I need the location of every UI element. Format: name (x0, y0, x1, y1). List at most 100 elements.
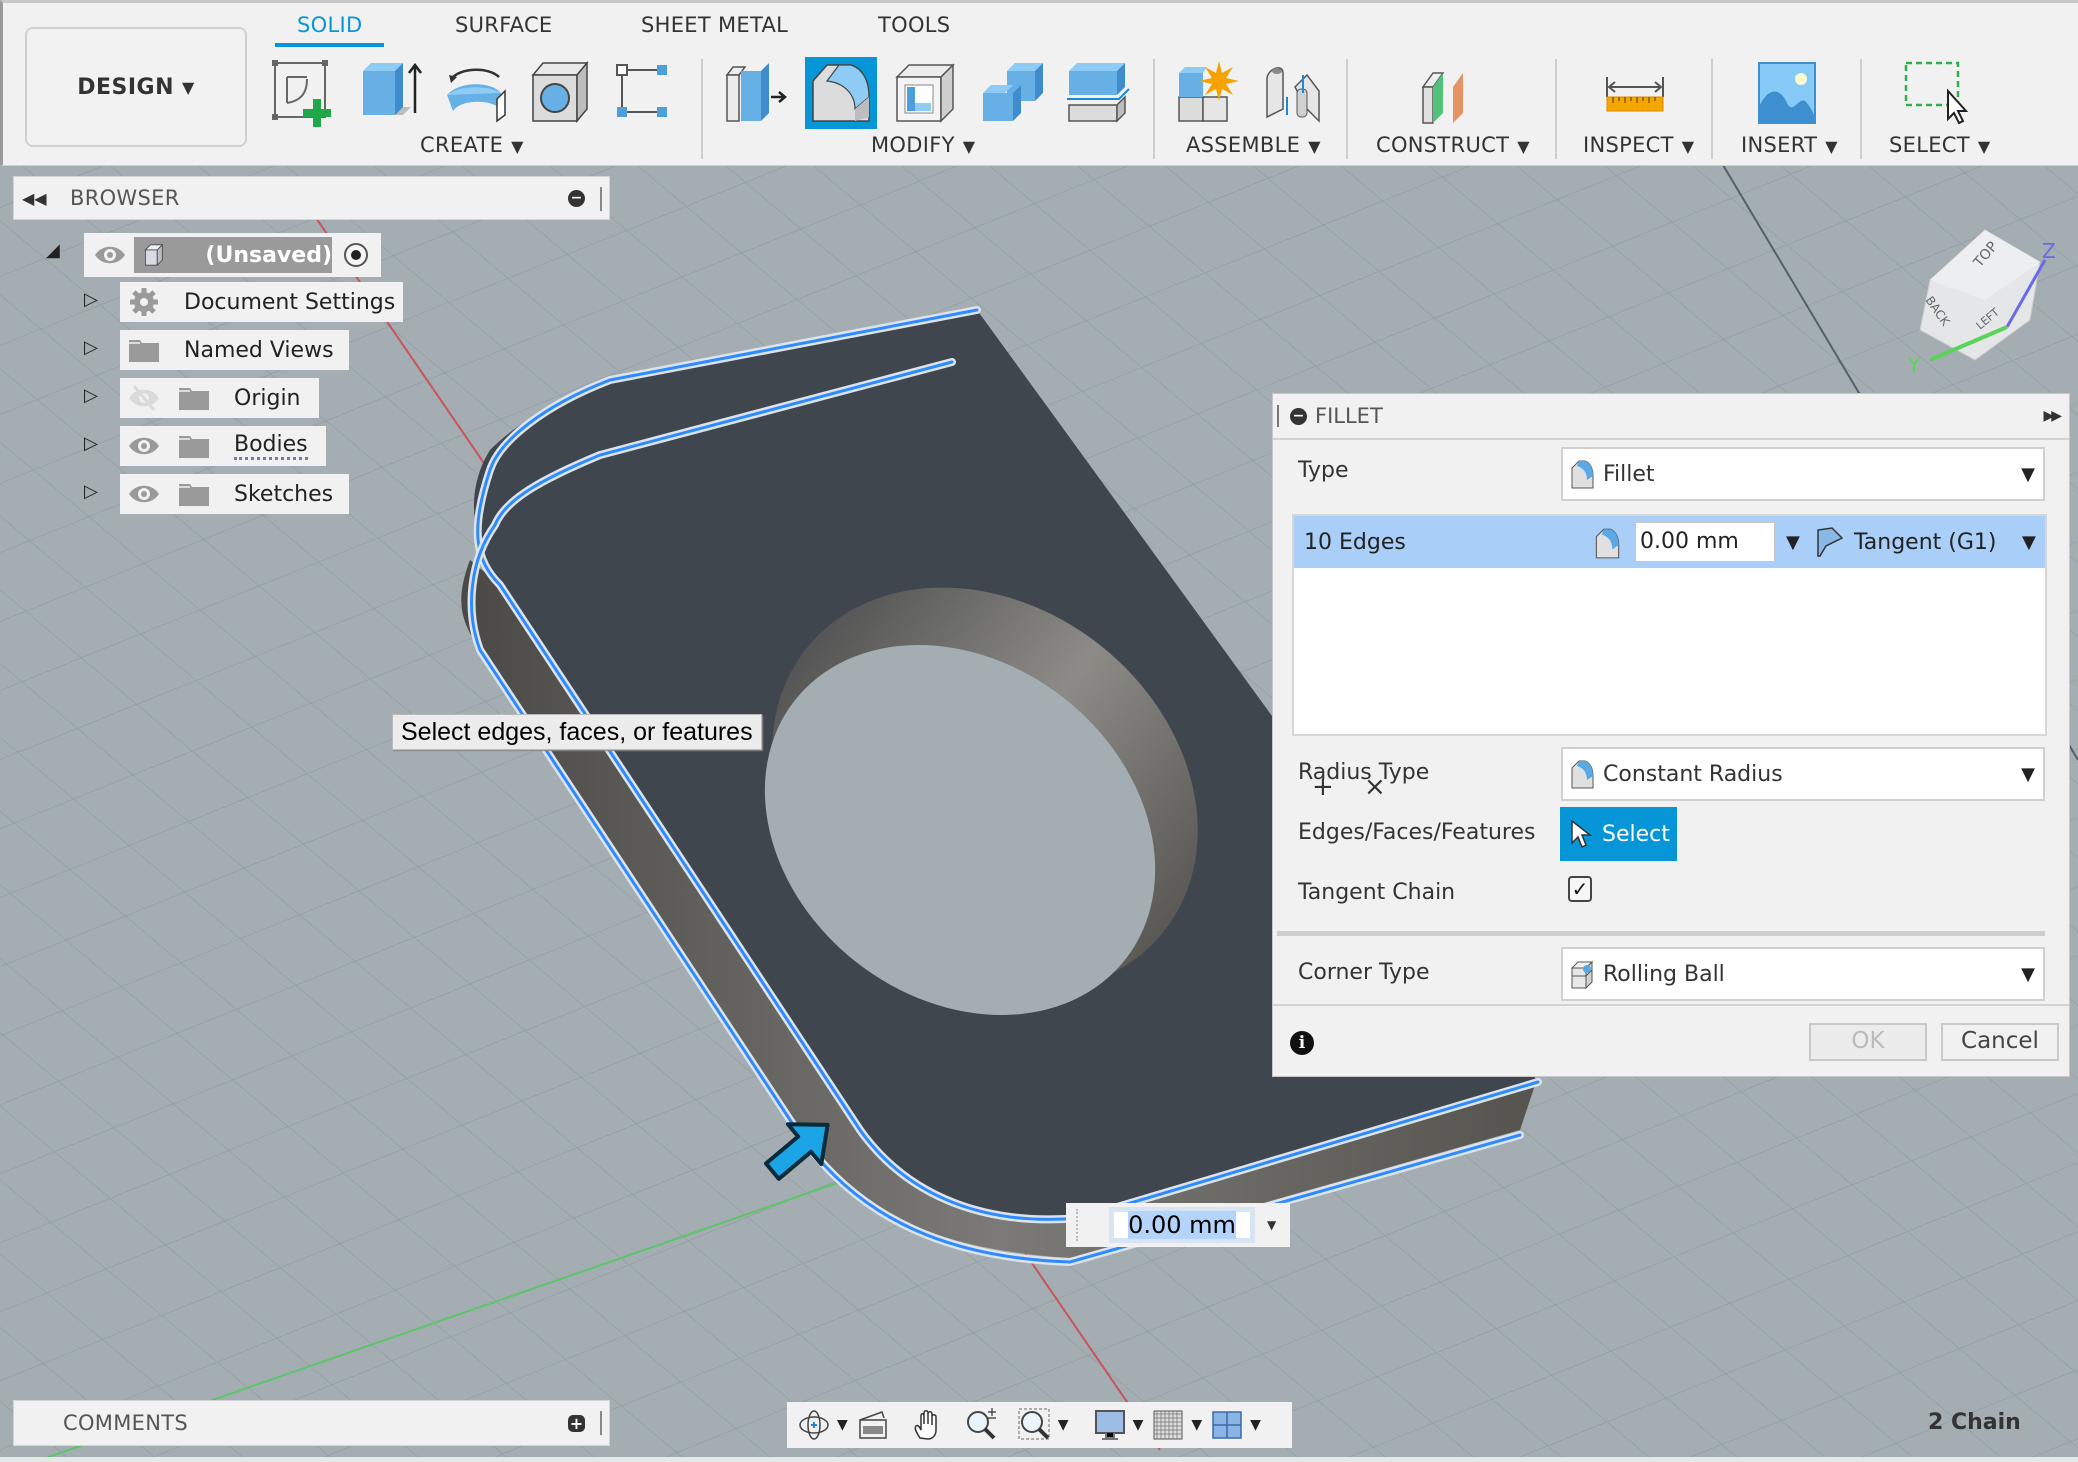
shell-icon[interactable] (891, 57, 963, 129)
minimize-icon[interactable]: − (1290, 407, 1307, 425)
tab-solid[interactable]: SOLID (275, 13, 385, 47)
revolve-icon[interactable] (439, 57, 511, 129)
tab-tools[interactable]: TOOLS (878, 13, 950, 47)
canvas-radius-input[interactable]: 0.00 mm (1109, 1207, 1255, 1243)
chevron-down-icon: ▼ (1517, 137, 1530, 156)
joint-icon[interactable] (1257, 57, 1329, 129)
collapse-panel-icon[interactable]: ◀◀ (22, 189, 52, 208)
type-label: Type (1298, 458, 1349, 483)
divider (1711, 59, 1713, 159)
pattern-icon[interactable] (609, 57, 681, 129)
rolling-ball-icon (1570, 960, 1594, 990)
minimize-icon[interactable]: − (568, 190, 585, 207)
new-component-icon[interactable] (1173, 57, 1245, 129)
cancel-button[interactable]: Cancel (1941, 1023, 2059, 1061)
viewports-icon[interactable] (1210, 1408, 1244, 1442)
eye-icon[interactable] (92, 239, 128, 271)
browser-item-origin[interactable]: Origin (120, 378, 319, 418)
select-menu[interactable]: SELECT ▼ (1889, 133, 1990, 157)
info-icon[interactable]: i (1290, 1031, 1314, 1055)
inspect-menu[interactable]: INSPECT ▼ (1583, 133, 1694, 157)
pan-hand-icon[interactable] (910, 1408, 944, 1442)
type-dropdown[interactable]: Fillet ▼ (1561, 447, 2045, 501)
chevron-down-icon[interactable]: ▼ (837, 1417, 848, 1433)
chevron-down-icon[interactable]: ▼ (1250, 1417, 1261, 1433)
ok-button[interactable]: OK (1809, 1023, 1927, 1061)
folder-icon (179, 484, 209, 506)
zoom-icon[interactable] (964, 1408, 998, 1442)
expand-triangle-icon[interactable]: ▷ (84, 337, 98, 358)
chevron-down-icon: ▼ (962, 137, 976, 156)
dialog-title: FILLET (1315, 404, 1383, 428)
grid-settings-icon[interactable] (1151, 1408, 1185, 1442)
extrude-icon[interactable] (355, 57, 427, 129)
press-pull-icon[interactable] (723, 57, 795, 129)
create-sketch-icon[interactable] (269, 57, 341, 129)
browser-item-bodies[interactable]: Bodies (120, 426, 326, 466)
chevron-down-icon: ▼ (1825, 137, 1838, 156)
tab-sheet-metal[interactable]: SHEET METAL (641, 13, 788, 47)
eye-icon[interactable] (126, 430, 162, 462)
select-edges-button[interactable]: Select (1560, 807, 1677, 861)
expand-triangle-icon[interactable]: ▷ (84, 433, 98, 454)
eye-icon[interactable] (126, 478, 162, 510)
chevron-down-icon: ▼ (511, 137, 524, 156)
continuity-dropdown-arrow[interactable]: ▼ (2022, 532, 2036, 553)
window-select-icon[interactable] (1898, 57, 1970, 129)
expand-triangle-icon[interactable]: ▷ (84, 289, 98, 310)
chevron-down-icon[interactable]: ▼ (1191, 1417, 1202, 1433)
chevron-down-icon[interactable]: ▼ (1133, 1417, 1144, 1433)
radius-input[interactable]: 0.00 mm (1635, 522, 1775, 562)
edge-set-row[interactable]: 10 Edges 0.00 mm ▼ Tangent (G1) ▼ (1294, 516, 2045, 568)
add-comment-icon[interactable]: + (568, 1415, 585, 1432)
browser-panel-header[interactable]: ◀◀ BROWSER − (13, 176, 610, 220)
divider (1346, 59, 1348, 159)
fillet-icon[interactable] (805, 57, 877, 129)
construct-menu[interactable]: CONSTRUCT ▼ (1376, 133, 1530, 157)
tab-surface[interactable]: SURFACE (455, 13, 552, 47)
hole-icon[interactable] (525, 57, 597, 129)
browser-item-document-settings[interactable]: Document Settings (120, 282, 403, 322)
expand-triangle-icon[interactable]: ▷ (84, 481, 98, 502)
dialog-header[interactable]: − FILLET ▶▶ (1273, 394, 2069, 440)
corner-type-dropdown[interactable]: Rolling Ball ▼ (1561, 947, 2045, 1001)
look-at-icon[interactable] (856, 1408, 890, 1442)
combine-icon[interactable] (977, 57, 1049, 129)
chevron-down-icon[interactable]: ▼ (1058, 1417, 1069, 1433)
chevron-down-icon[interactable]: ▼ (1267, 1218, 1276, 1232)
active-radio-icon[interactable] (338, 239, 374, 271)
create-menu[interactable]: CREATE ▼ (420, 133, 524, 157)
folder-icon (129, 340, 159, 362)
offset-plane-icon[interactable] (1415, 57, 1487, 129)
expand-triangle-icon[interactable]: ▷ (84, 385, 98, 406)
tangent-chain-checkbox[interactable]: ✓ (1568, 876, 1592, 902)
selection-tooltip: Select edges, faces, or features (392, 714, 762, 750)
orbit-icon[interactable] (797, 1408, 831, 1442)
modify-menu[interactable]: MODIFY ▼ (871, 133, 975, 157)
split-body-icon[interactable] (1063, 57, 1135, 129)
display-settings-icon[interactable] (1093, 1408, 1127, 1442)
comments-panel-header[interactable]: COMMENTS + (13, 1400, 610, 1446)
collapse-triangle-icon[interactable]: ◢ (46, 240, 60, 261)
zoom-window-icon[interactable] (1018, 1408, 1052, 1442)
browser-item-sketches[interactable]: Sketches (120, 474, 349, 514)
browser-title: BROWSER (70, 186, 180, 210)
svg-text:Y: Y (1907, 353, 1921, 377)
cursor-icon (1571, 819, 1592, 849)
workspace-switcher-button[interactable]: DESIGN ▼ (25, 27, 247, 147)
drag-grip-icon[interactable] (1277, 405, 1280, 427)
continuity-value[interactable]: Tangent (G1) (1854, 530, 1997, 555)
radius-dropdown-arrow[interactable]: ▼ (1786, 532, 1800, 553)
drag-grip-icon[interactable] (1076, 1209, 1079, 1241)
expand-dialog-icon[interactable]: ▶▶ (2043, 408, 2061, 424)
insert-menu[interactable]: INSERT ▼ (1741, 133, 1838, 157)
browser-item-named-views[interactable]: Named Views (120, 330, 349, 370)
insert-image-icon[interactable] (1751, 57, 1823, 129)
assemble-menu[interactable]: ASSEMBLE ▼ (1186, 133, 1321, 157)
measure-icon[interactable] (1599, 57, 1671, 129)
browser-root-item[interactable]: (Unsaved) (84, 233, 381, 277)
resize-grip-icon[interactable] (600, 187, 603, 211)
resize-grip-icon[interactable] (600, 1411, 603, 1435)
radius-type-dropdown[interactable]: Constant Radius ▼ (1561, 747, 2045, 801)
eye-hidden-icon[interactable] (126, 382, 162, 414)
